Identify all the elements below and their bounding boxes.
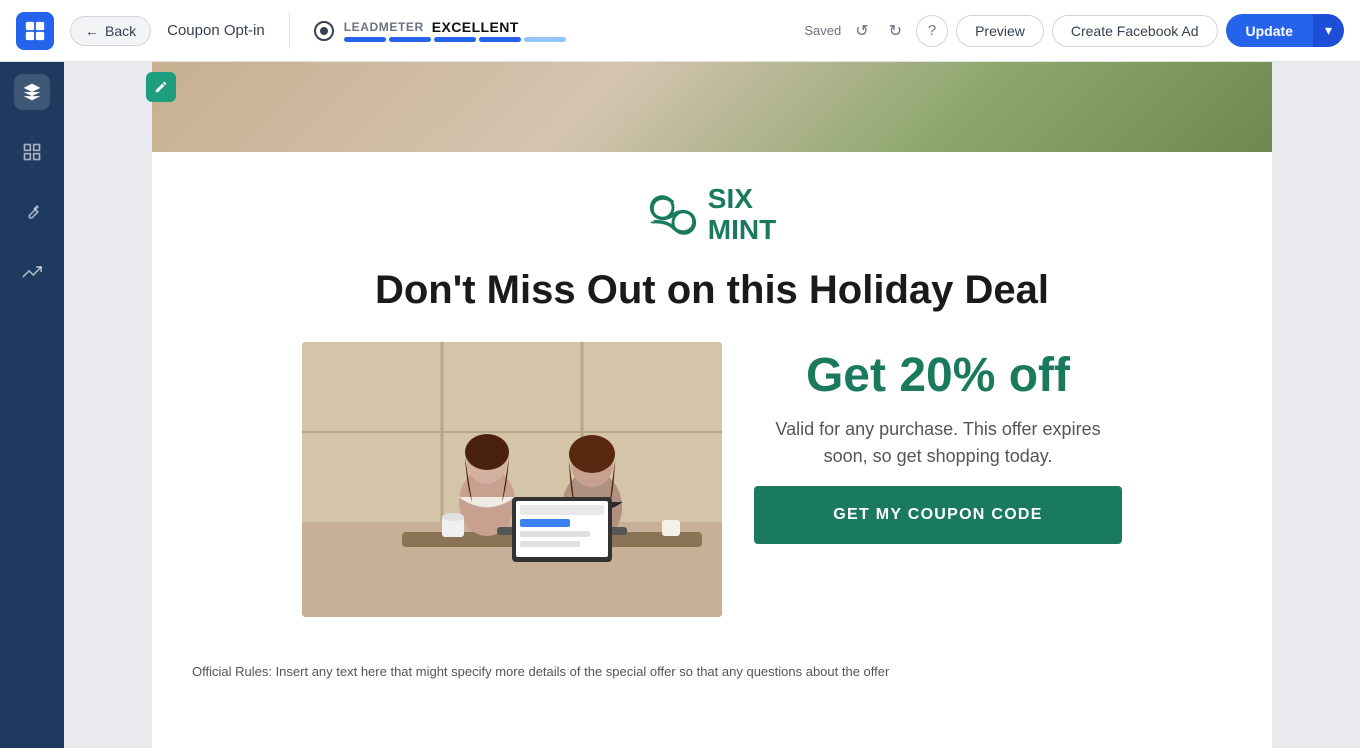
- content-card: SIX MINT Don't Miss Out on this Holiday …: [262, 152, 1162, 642]
- brand-icon: [648, 190, 698, 240]
- offer-image: [302, 342, 722, 617]
- people-scene: [302, 342, 722, 617]
- content-row: Get 20% off Valid for any purchase. This…: [302, 342, 1122, 622]
- help-button[interactable]: ?: [916, 15, 948, 47]
- main-headline: Don't Miss Out on this Holiday Deal: [302, 266, 1122, 314]
- discount-text: Get 20% off: [806, 352, 1070, 400]
- sidebar-item-analytics[interactable]: [14, 254, 50, 290]
- page-canvas: SIX MINT Don't Miss Out on this Holiday …: [152, 62, 1272, 748]
- offer-description: Valid for any purchase. This offer expir…: [754, 416, 1122, 470]
- brand-logo-inner: SIX MINT: [648, 184, 776, 246]
- back-button[interactable]: ← Back: [70, 16, 151, 46]
- create-facebook-ad-button[interactable]: Create Facebook Ad: [1052, 15, 1218, 47]
- progress-seg-3: [434, 37, 476, 42]
- leadmeter-info: LEADMETER EXCELLENT: [344, 19, 566, 42]
- offer-details: Get 20% off Valid for any purchase. This…: [754, 342, 1122, 544]
- progress-seg-5: [524, 37, 566, 42]
- progress-seg-1: [344, 37, 386, 42]
- back-arrow-icon: ←: [85, 23, 99, 39]
- brand-logo: SIX MINT: [302, 184, 1122, 246]
- undo-button[interactable]: ↺: [849, 17, 874, 45]
- page-title: Coupon Opt-in: [167, 22, 265, 39]
- app-logo[interactable]: [16, 12, 54, 50]
- edit-pencil-button[interactable]: [146, 72, 176, 102]
- saved-text: Saved: [804, 23, 841, 38]
- leadmeter-icon: [314, 21, 334, 41]
- canvas-area: SIX MINT Don't Miss Out on this Holiday …: [64, 62, 1360, 748]
- progress-bar: [344, 37, 566, 42]
- brand-name: SIX MINT: [708, 184, 776, 246]
- main-area: SIX MINT Don't Miss Out on this Holiday …: [0, 62, 1360, 748]
- sidebar-item-layers[interactable]: [14, 74, 50, 110]
- update-button-group: Update ▾: [1226, 14, 1344, 47]
- brand-name-line2: MINT: [708, 215, 776, 246]
- sidebar-item-pen[interactable]: [14, 194, 50, 230]
- get-coupon-button[interactable]: GET MY COUPON CODE: [754, 486, 1122, 544]
- preview-button[interactable]: Preview: [956, 15, 1044, 47]
- leadmeter-section: LEADMETER EXCELLENT: [314, 19, 566, 42]
- progress-seg-2: [389, 37, 431, 42]
- progress-seg-4: [479, 37, 521, 42]
- leadmeter-status: EXCELLENT: [432, 19, 519, 35]
- background-image: [152, 62, 1272, 152]
- leadmeter-label: LEADMETER: [344, 20, 424, 34]
- back-label: Back: [105, 23, 136, 39]
- fine-print: Official Rules: Insert any text here tha…: [152, 642, 1272, 702]
- divider: [289, 13, 290, 49]
- update-dropdown-button[interactable]: ▾: [1313, 14, 1344, 47]
- update-button[interactable]: Update: [1226, 14, 1313, 47]
- topbar: ← Back Coupon Opt-in LEADMETER EXCELLENT…: [0, 0, 1360, 62]
- sidebar: [0, 62, 64, 748]
- sidebar-item-grid[interactable]: [14, 134, 50, 170]
- brand-name-line1: SIX: [708, 184, 776, 215]
- redo-button[interactable]: ↻: [883, 17, 908, 45]
- saved-section: Saved ↺ ↻ ? Preview Create Facebook Ad U…: [804, 14, 1344, 47]
